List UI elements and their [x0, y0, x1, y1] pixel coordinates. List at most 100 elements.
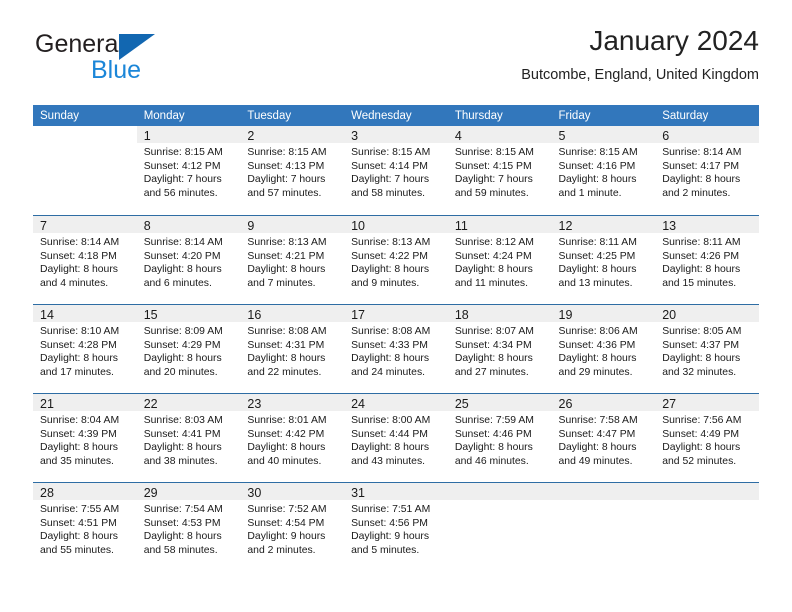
calendar-day-cell: 1 Sunrise: 8:15 AM Sunset: 4:12 PM Daylight… [136, 126, 241, 215]
day-cell-28[interactable]: 28 Sunrise: 7:55 AM Sunset: 4:51 PM Dayligh… [33, 482, 137, 571]
day-cell-19[interactable]: 19 Sunrise: 8:06 AM Sunset: 4:36 PM Dayligh… [551, 304, 656, 393]
sunset-text: Sunset: 4:54 PM [247, 517, 325, 529]
day-cell-empty [33, 126, 137, 215]
day-cell-27[interactable]: 27 Sunrise: 7:56 AM Sunset: 4:49 PM Dayligh… [655, 393, 759, 482]
day-number: 9 [247, 219, 255, 233]
sunrise-text: Sunrise: 8:15 AM [247, 147, 327, 158]
sunset-text: Sunset: 4:26 PM [662, 250, 740, 262]
sunrise-text: Sunrise: 7:52 AM [247, 504, 327, 515]
day-cell-11[interactable]: 11 Sunrise: 8:12 AM Sunset: 4:24 PM Dayligh… [447, 215, 552, 304]
sunrise-text: Sunrise: 8:04 AM [40, 415, 120, 426]
daylight-text-line1: Daylight: 8 hours [40, 531, 118, 543]
day-cell-15[interactable]: 15 Sunrise: 8:09 AM Sunset: 4:29 PM Dayligh… [136, 304, 241, 393]
day-number: 25 [454, 397, 469, 411]
day-cell-6[interactable]: 6 Sunrise: 8:14 AM Sunset: 4:17 PM Daylight… [655, 126, 759, 215]
day-number: 13 [662, 219, 677, 233]
day-number-band: 3 [344, 126, 448, 143]
day-cell-5[interactable]: 5 Sunrise: 8:15 AM Sunset: 4:16 PM Daylight… [551, 126, 656, 215]
sunset-text: Sunset: 4:15 PM [454, 160, 532, 172]
day-cell-26[interactable]: 26 Sunrise: 7:58 AM Sunset: 4:47 PM Dayligh… [551, 393, 656, 482]
day-cell-16[interactable]: 16 Sunrise: 8:08 AM Sunset: 4:31 PM Dayligh… [240, 304, 345, 393]
day-number-band: 19 [551, 305, 656, 322]
sunrise-text: Sunrise: 8:03 AM [143, 415, 223, 426]
sunrise-text: Sunrise: 8:15 AM [351, 147, 431, 158]
day-cell-12[interactable]: 12 Sunrise: 8:11 AM Sunset: 4:25 PM Dayligh… [551, 215, 656, 304]
sunrise-text: Sunrise: 7:58 AM [558, 415, 638, 426]
daylight-text-line1: Daylight: 8 hours [351, 264, 430, 276]
daylight-text-line2: and 46 minutes. [454, 455, 529, 467]
sunset-text: Sunset: 4:49 PM [662, 428, 740, 440]
sunrise-text: Sunrise: 8:15 AM [558, 147, 638, 158]
calendar-day-cell: 9 Sunrise: 8:13 AM Sunset: 4:21 PM Daylight… [240, 215, 345, 304]
day-cell-20[interactable]: 20 Sunrise: 8:05 AM Sunset: 4:37 PM Dayligh… [655, 304, 759, 393]
calendar-day-cell: 18 Sunrise: 8:07 AM Sunset: 4:34 PM Dayligh… [447, 304, 552, 393]
day-details: Sunrise: 8:04 AM Sunset: 4:39 PM Daylight:… [33, 411, 137, 468]
day-cell-9[interactable]: 9 Sunrise: 8:13 AM Sunset: 4:21 PM Daylight… [240, 215, 345, 304]
day-cell-31[interactable]: 31 Sunrise: 7:51 AM Sunset: 4:56 PM Dayligh… [344, 482, 448, 571]
day-cell-23[interactable]: 23 Sunrise: 8:01 AM Sunset: 4:42 PM Dayligh… [240, 393, 345, 482]
day-cell-8[interactable]: 8 Sunrise: 8:14 AM Sunset: 4:20 PM Daylight… [136, 215, 241, 304]
general-blue-logo[interactable]: General Blue [33, 32, 263, 92]
day-details: Sunrise: 8:08 AM Sunset: 4:31 PM Daylight:… [240, 322, 344, 379]
daylight-text-line2: and 29 minutes. [558, 366, 633, 378]
daylight-text-line1: Daylight: 8 hours [143, 531, 222, 543]
calendar-day-cell: 10 Sunrise: 8:13 AM Sunset: 4:22 PM Dayligh… [344, 215, 448, 304]
day-number-band: 20 [655, 305, 759, 322]
day-cell-14[interactable]: 14 Sunrise: 8:10 AM Sunset: 4:28 PM Dayligh… [33, 304, 137, 393]
day-cell-2[interactable]: 2 Sunrise: 8:15 AM Sunset: 4:13 PM Daylight… [240, 126, 345, 215]
day-number-band: 14 [33, 305, 137, 322]
day-cell-22[interactable]: 22 Sunrise: 8:03 AM Sunset: 4:41 PM Dayligh… [136, 393, 241, 482]
calendar-day-cell-empty [655, 482, 759, 571]
day-cell-10[interactable]: 10 Sunrise: 8:13 AM Sunset: 4:22 PM Dayligh… [344, 215, 448, 304]
day-details: Sunrise: 7:52 AM Sunset: 4:54 PM Daylight:… [240, 500, 344, 557]
weekday-header-row: Sunday Monday Tuesday Wednesday Thursday… [33, 105, 759, 126]
day-cell-18[interactable]: 18 Sunrise: 8:07 AM Sunset: 4:34 PM Dayligh… [447, 304, 552, 393]
calendar-day-cell: 28 Sunrise: 7:55 AM Sunset: 4:51 PM Dayligh… [33, 482, 137, 571]
daylight-text-line2: and 15 minutes. [662, 277, 737, 289]
calendar-day-cell: 23 Sunrise: 8:01 AM Sunset: 4:42 PM Dayligh… [240, 393, 345, 482]
sunrise-text: Sunrise: 8:07 AM [454, 326, 534, 337]
page-header: General Blue January 2024 Butcombe, Engl… [33, 25, 759, 98]
daylight-text-line2: and 4 minutes. [40, 277, 109, 289]
day-cell-4[interactable]: 4 Sunrise: 8:15 AM Sunset: 4:15 PM Daylight… [447, 126, 552, 215]
sunrise-text: Sunrise: 8:11 AM [558, 237, 637, 248]
day-cell-17[interactable]: 17 Sunrise: 8:08 AM Sunset: 4:33 PM Dayligh… [344, 304, 448, 393]
day-cell-21[interactable]: 21 Sunrise: 8:04 AM Sunset: 4:39 PM Dayligh… [33, 393, 137, 482]
sunrise-text: Sunrise: 8:08 AM [351, 326, 431, 337]
daylight-text-line1: Daylight: 8 hours [558, 442, 637, 454]
daylight-text-line1: Daylight: 7 hours [454, 174, 533, 186]
calendar-day-cell: 20 Sunrise: 8:05 AM Sunset: 4:37 PM Dayligh… [655, 304, 759, 393]
day-cell-25[interactable]: 25 Sunrise: 7:59 AM Sunset: 4:46 PM Dayligh… [447, 393, 552, 482]
day-cell-empty [447, 482, 552, 571]
daylight-text-line2: and 2 minutes. [662, 187, 731, 199]
daylight-text-line2: and 43 minutes. [351, 455, 426, 467]
day-number: 10 [351, 219, 366, 233]
day-cell-1[interactable]: 1 Sunrise: 8:15 AM Sunset: 4:12 PM Daylight… [136, 126, 241, 215]
day-number-band: 11 [447, 216, 552, 233]
day-number: 5 [558, 129, 566, 143]
day-number-band: 9 [240, 216, 345, 233]
calendar-day-cell: 8 Sunrise: 8:14 AM Sunset: 4:20 PM Daylight… [136, 215, 241, 304]
sunset-text: Sunset: 4:21 PM [247, 250, 325, 262]
calendar-day-cell: 15 Sunrise: 8:09 AM Sunset: 4:29 PM Dayligh… [136, 304, 241, 393]
daylight-text-line1: Daylight: 7 hours [143, 174, 222, 186]
calendar-week-row: 1 Sunrise: 8:15 AM Sunset: 4:12 PM Daylight… [33, 126, 759, 215]
sunset-text: Sunset: 4:42 PM [247, 428, 325, 440]
day-cell-3[interactable]: 3 Sunrise: 8:15 AM Sunset: 4:14 PM Daylight… [344, 126, 448, 215]
day-number: 14 [40, 308, 54, 322]
day-cell-13[interactable]: 13 Sunrise: 8:11 AM Sunset: 4:26 PM Dayligh… [655, 215, 759, 304]
weekday-header-thursday: Thursday [447, 105, 552, 126]
day-number: 23 [247, 397, 262, 411]
day-cell-7[interactable]: 7 Sunrise: 8:14 AM Sunset: 4:18 PM Daylight… [33, 215, 137, 304]
daylight-text-line2: and 49 minutes. [558, 455, 633, 467]
day-details: Sunrise: 8:13 AM Sunset: 4:22 PM Daylight:… [344, 233, 448, 290]
day-cell-29[interactable]: 29 Sunrise: 7:54 AM Sunset: 4:53 PM Dayligh… [136, 482, 241, 571]
day-details: Sunrise: 7:56 AM Sunset: 4:49 PM Daylight:… [655, 411, 759, 468]
sunset-text: Sunset: 4:22 PM [351, 250, 428, 262]
day-cell-30[interactable]: 30 Sunrise: 7:52 AM Sunset: 4:54 PM Dayligh… [240, 482, 345, 571]
calendar-day-cell: 19 Sunrise: 8:06 AM Sunset: 4:36 PM Dayligh… [551, 304, 656, 393]
sunset-text: Sunset: 4:29 PM [143, 339, 221, 351]
calendar-day-cell: 13 Sunrise: 8:11 AM Sunset: 4:26 PM Dayligh… [655, 215, 759, 304]
day-cell-24[interactable]: 24 Sunrise: 8:00 AM Sunset: 4:44 PM Dayligh… [344, 393, 448, 482]
daylight-text-line2: and 11 minutes. [454, 277, 528, 289]
